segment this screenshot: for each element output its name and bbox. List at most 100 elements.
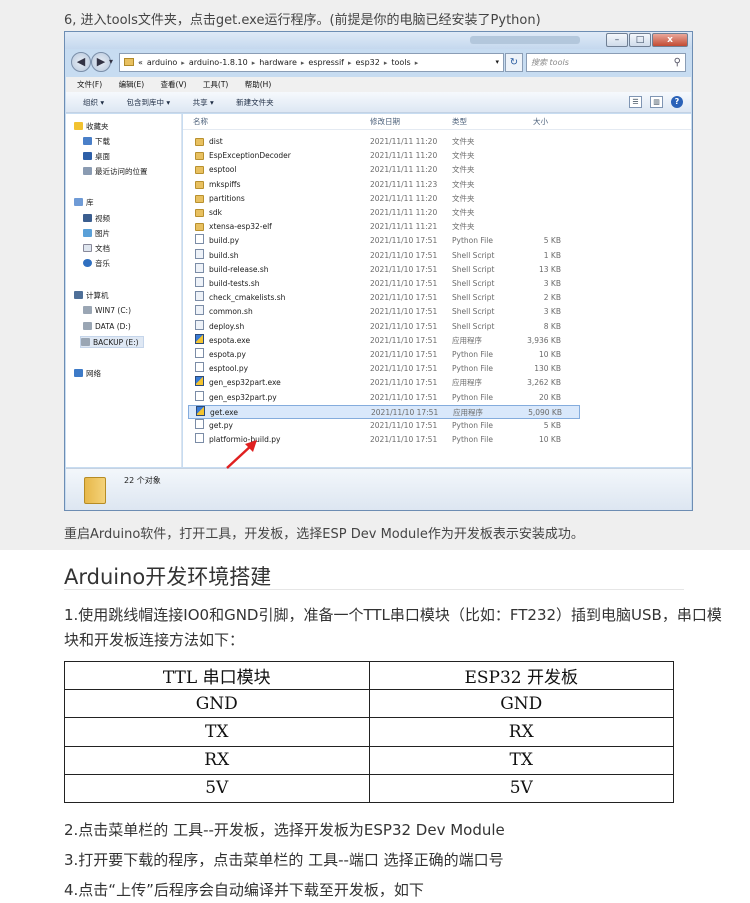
column-size[interactable]: 大小 <box>533 114 548 130</box>
table-header-row: TTL 串口模块 ESP32 开发板 <box>64 660 674 691</box>
search-input[interactable]: 搜索 tools ⚲ <box>526 53 686 72</box>
paragraph-step3: 3.打开要下载的程序，点击菜单栏的 工具--端口 选择正确的端口号 <box>64 851 504 869</box>
address-segment[interactable]: esp32 <box>356 58 380 67</box>
nav-pictures[interactable]: 图片 <box>83 228 110 240</box>
file-date: 2021/11/11 11:20 <box>370 137 438 146</box>
chevron-down-icon[interactable]: ▾ <box>495 54 499 71</box>
nav-computer[interactable]: 计算机 <box>74 290 109 302</box>
table-row[interactable]: sdk 2021/11/11 11:20 文件夹 <box>188 206 580 220</box>
menu-file[interactable]: 文件(F) <box>77 80 102 89</box>
table-row[interactable]: get.py 2021/11/10 17:51 Python File 5 KB <box>188 419 580 433</box>
address-bar[interactable]: «arduino ▸ arduino-1.8.10 ▸ hardware ▸ espress… <box>119 53 504 72</box>
nav-desktop[interactable]: 桌面 <box>83 151 110 163</box>
file-name: xtensa-esp32-elf <box>209 222 272 232</box>
table-cell: GND <box>368 689 674 719</box>
nav-favorites[interactable]: 收藏夹 <box>74 121 109 133</box>
back-button[interactable]: ◀ <box>71 52 91 72</box>
table-row[interactable]: mkspiffs 2021/11/11 11:23 文件夹 <box>188 178 580 192</box>
file-name: dist <box>209 137 223 146</box>
chevron-right-icon: ▸ <box>383 59 388 67</box>
include-in-library-button[interactable]: 包含到库中 ▾ <box>127 98 171 107</box>
history-dropdown[interactable]: ▾ <box>109 57 113 66</box>
menu-help[interactable]: 帮助(H) <box>245 80 272 89</box>
table-row[interactable]: esptool.py 2021/11/10 17:51 Python File 130… <box>188 362 580 376</box>
nav-drive-d[interactable]: DATA (D:) <box>83 321 131 333</box>
nav-documents[interactable]: 文档 <box>83 243 110 255</box>
nav-recent[interactable]: 最近访问的位置 <box>83 166 148 178</box>
table-row[interactable]: xtensa-esp32-elf 2021/11/11 11:21 文件夹 <box>188 220 580 234</box>
column-date[interactable]: 修改日期 <box>370 114 400 130</box>
table-row[interactable]: gen_esp32part.py 2021/11/10 17:51 Python F… <box>188 390 580 405</box>
address-segment[interactable]: arduino <box>147 58 177 67</box>
table-header: TTL 串口模块 <box>64 660 370 691</box>
file-type: 文件夹 <box>452 222 475 232</box>
table-row[interactable]: espota.py 2021/11/10 17:51 Python File 10 K… <box>188 348 580 362</box>
view-options-icon[interactable]: ☰ <box>629 96 642 108</box>
table-row[interactable]: EspExceptionDecoder 2021/11/11 11:20 文件夹 <box>188 149 580 163</box>
file-size: 2 KB <box>543 293 561 303</box>
address-segment[interactable]: arduino-1.8.10 <box>189 58 248 67</box>
chevron-right-icon: ▸ <box>300 59 305 67</box>
table-cell: 5V <box>64 773 370 804</box>
nav-drive-c[interactable]: WIN7 (C:) <box>83 305 131 317</box>
file-row-selected[interactable]: get.exe 2021/11/10 17:51 应用程序 5,090 KB <box>188 404 580 419</box>
table-row[interactable]: build.py 2021/11/10 17:51 Python File 5 KB <box>188 234 580 248</box>
share-button[interactable]: 共享 ▾ <box>193 98 214 107</box>
python-file-icon <box>195 419 204 429</box>
menu-edit[interactable]: 编辑(E) <box>119 80 145 89</box>
table-row[interactable]: espota.exe 2021/11/10 17:51 应用程序 3,936 KB <box>188 333 580 348</box>
table-row[interactable]: build.sh 2021/11/10 17:51 Shell Script 1 KB <box>188 248 580 263</box>
help-icon[interactable]: ? <box>671 96 683 108</box>
column-name[interactable]: 名称 <box>193 114 208 130</box>
file-size: 3 KB <box>543 279 561 288</box>
menu-view[interactable]: 查看(V) <box>161 80 187 89</box>
table-row[interactable]: build-tests.sh 2021/11/10 17:51 Shell Scri… <box>188 277 580 291</box>
minimize-button[interactable]: – <box>606 33 628 47</box>
python-file-icon <box>195 348 204 358</box>
preview-pane-icon[interactable]: ▥ <box>650 96 663 108</box>
new-folder-button[interactable]: 新建文件夹 <box>236 98 274 107</box>
network-icon <box>74 369 83 377</box>
menu-tools[interactable]: 工具(T) <box>203 80 228 89</box>
file-name: mkspiffs <box>209 179 241 189</box>
close-button[interactable]: x <box>652 33 688 47</box>
table-row[interactable]: deploy.sh 2021/11/10 17:51 Shell Script 8 K… <box>188 319 580 334</box>
file-date: 2021/11/10 17:51 <box>370 421 438 430</box>
table-row[interactable]: build-release.sh 2021/11/10 17:51 Shell Sc… <box>188 262 580 277</box>
address-segment[interactable]: tools <box>391 58 410 67</box>
table-row[interactable]: partitions 2021/11/11 11:20 文件夹 <box>188 192 580 206</box>
table-row[interactable]: common.sh 2021/11/10 17:51 Shell Script 3 K… <box>188 305 580 319</box>
table-row[interactable]: esptool 2021/11/11 11:20 文件夹 <box>188 163 580 177</box>
nav-download[interactable]: 下载 <box>83 136 110 148</box>
file-type: Python File <box>452 236 493 246</box>
file-date: 2021/11/10 17:51 <box>370 392 438 402</box>
table-cell: RX <box>64 745 370 775</box>
divider <box>64 589 684 590</box>
file-date: 2021/11/10 17:51 <box>370 364 438 374</box>
column-type[interactable]: 类型 <box>452 114 467 130</box>
file-name: get.py <box>209 421 233 430</box>
table-row[interactable]: check_cmakelists.sh 2021/11/10 17:51 Shell… <box>188 291 580 305</box>
nav-network[interactable]: 网络 <box>74 368 101 380</box>
address-segment[interactable]: hardware <box>259 58 297 67</box>
file-type: Python File <box>452 392 493 402</box>
nav-music[interactable]: 音乐 <box>83 258 110 270</box>
application-icon <box>195 333 204 344</box>
forward-button[interactable]: ▶ <box>91 52 111 72</box>
nav-drive-e[interactable]: BACKUP (E:) <box>80 336 144 348</box>
table-row[interactable]: dist 2021/11/11 11:20 文件夹 <box>188 135 580 149</box>
file-name: esptool <box>209 165 237 175</box>
refresh-button[interactable]: ↻ <box>505 53 523 72</box>
table-header: ESP32 开发板 <box>368 660 674 691</box>
organize-button[interactable]: 组织 ▾ <box>83 98 104 107</box>
maximize-button[interactable]: □ <box>629 33 651 47</box>
table-cell: TX <box>368 745 674 775</box>
address-segment[interactable]: espressif <box>308 58 344 67</box>
nav-libraries[interactable]: 库 <box>74 197 94 209</box>
nav-videos[interactable]: 视频 <box>83 213 110 225</box>
file-type: Shell Script <box>452 264 495 274</box>
chevron-right-icon: ▸ <box>347 59 352 67</box>
table-row: GND GND <box>64 689 674 719</box>
navigation-pane: 收藏夹 下载 桌面 最近访问的位置 库 视频 图片 文档 音乐 计算机 WIN7… <box>66 114 182 467</box>
table-row[interactable]: gen_esp32part.exe 2021/11/10 17:51 应用程序 3,2… <box>188 376 580 390</box>
